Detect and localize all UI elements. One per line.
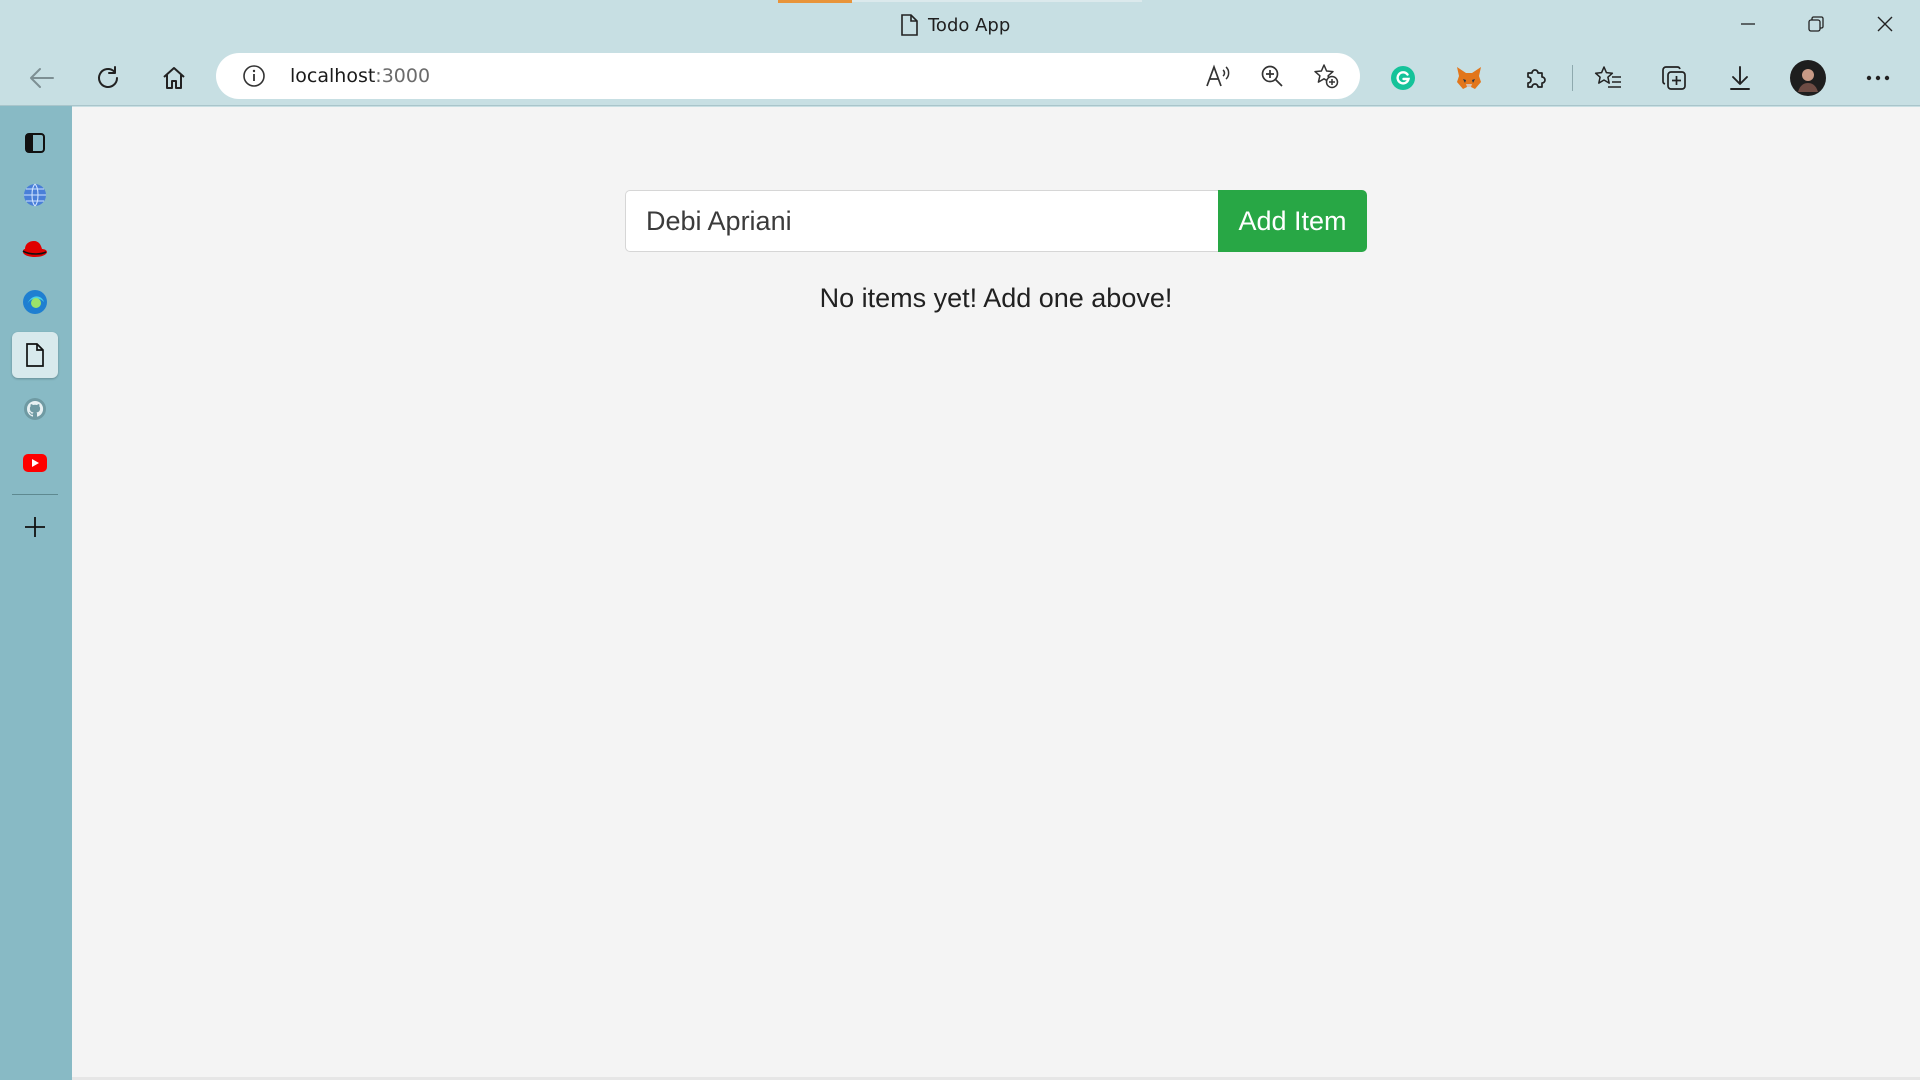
add-item-form: Add Item [625, 190, 1367, 252]
close-button[interactable] [1855, 6, 1915, 42]
browser-sidebar [0, 106, 72, 1080]
red-hat-icon[interactable] [12, 226, 58, 272]
github-icon[interactable] [12, 386, 58, 432]
restore-button[interactable] [1786, 6, 1846, 42]
home-icon[interactable] [154, 58, 194, 98]
browser-icon[interactable] [12, 279, 58, 325]
add-icon[interactable] [12, 504, 58, 550]
url-host: localhost [290, 65, 376, 87]
page-content: Add Item No items yet! Add one above! [72, 107, 1920, 1080]
favorites-icon[interactable] [1588, 58, 1628, 98]
profile-avatar[interactable] [1788, 58, 1828, 98]
more-icon[interactable] [1858, 58, 1898, 98]
tab-strip [852, 0, 1142, 2]
zoom-icon[interactable] [1252, 56, 1292, 96]
extensions-icon[interactable] [1515, 58, 1555, 98]
toolbar-divider [1572, 65, 1573, 91]
site-info-icon[interactable] [234, 56, 274, 96]
tab-actions-icon[interactable] [12, 120, 58, 166]
todo-input[interactable] [625, 190, 1218, 252]
tab-indicator [778, 0, 852, 3]
minimize-button[interactable] [1718, 6, 1778, 42]
youtube-icon[interactable] [12, 440, 58, 486]
page-icon [900, 14, 918, 36]
globe-icon[interactable] [12, 172, 58, 218]
collections-icon[interactable] [1654, 58, 1694, 98]
refresh-icon[interactable] [88, 58, 128, 98]
read-aloud-icon[interactable] [1198, 56, 1238, 96]
grammarly-icon[interactable] [1383, 58, 1423, 98]
document-icon[interactable] [12, 332, 58, 378]
sidebar-divider [12, 494, 58, 495]
add-favorite-icon[interactable] [1306, 56, 1346, 96]
downloads-icon[interactable] [1720, 58, 1760, 98]
metamask-icon[interactable] [1449, 58, 1489, 98]
window-title: Todo App [928, 14, 1011, 36]
address-bar[interactable]: localhost:3000 [216, 53, 1360, 99]
browser-toolbar: localhost:3000 [0, 48, 1920, 106]
window-title-group: Todo App [900, 10, 1010, 40]
url-port: :3000 [375, 65, 431, 87]
back-icon[interactable] [22, 58, 62, 98]
url-text[interactable]: localhost:3000 [290, 53, 430, 99]
empty-state-message: No items yet! Add one above! [819, 283, 1173, 313]
title-bar: Todo App [0, 0, 1920, 48]
add-item-button[interactable]: Add Item [1218, 190, 1367, 252]
